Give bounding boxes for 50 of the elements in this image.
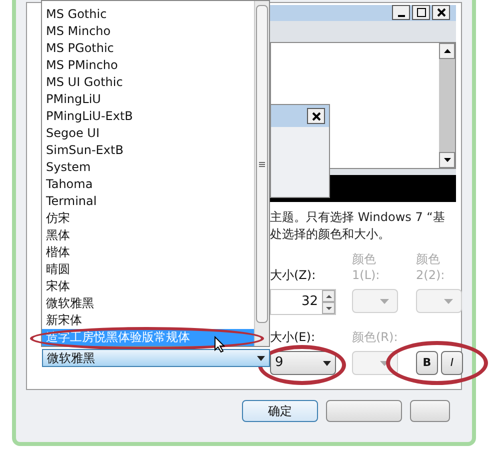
font-dropdown[interactable]: 微软雅黑 bbox=[42, 349, 270, 367]
item-size-label: 大小(E): bbox=[270, 329, 316, 345]
font-list-item[interactable]: Segoe UI bbox=[42, 125, 254, 142]
font-list-item[interactable]: System bbox=[42, 159, 254, 176]
color-label: 颜色 2(2): bbox=[416, 251, 446, 283]
font-list-item[interactable]: MS Gothic bbox=[42, 6, 254, 23]
spin-down-icon[interactable] bbox=[322, 302, 335, 314]
dialog-button[interactable] bbox=[410, 400, 450, 422]
font-list-item[interactable]: 晴圆 bbox=[42, 261, 254, 278]
description-text: 主题。只有选择 Windows 7 “基 bbox=[270, 209, 446, 226]
font-list-item[interactable]: 黑体 bbox=[42, 227, 254, 244]
maximize-icon[interactable] bbox=[412, 5, 430, 20]
description-text: 处选择的颜色和大小。 bbox=[270, 226, 391, 243]
font-list-item[interactable]: 新宋体 bbox=[42, 312, 254, 329]
minimize-icon[interactable] bbox=[392, 5, 410, 20]
font-list-item[interactable]: MS PMincho bbox=[42, 57, 254, 74]
scroll-thumb[interactable] bbox=[256, 5, 268, 323]
font-list-item[interactable]: PMingLiU-ExtB bbox=[42, 108, 254, 125]
caret-icon bbox=[323, 360, 331, 366]
font-list-item[interactable]: 楷体 bbox=[42, 244, 254, 261]
font-list-item[interactable]: MS UI Gothic bbox=[42, 74, 254, 91]
close-icon[interactable] bbox=[432, 5, 450, 20]
caret-icon bbox=[444, 298, 453, 304]
font-list-item[interactable]: MS PGothic bbox=[42, 40, 254, 57]
dialog-button[interactable] bbox=[326, 400, 402, 422]
scroll-down-icon[interactable] bbox=[439, 152, 455, 168]
font-list-item[interactable]: 微软雅黑 bbox=[42, 295, 254, 312]
caret-icon bbox=[380, 360, 389, 366]
size-spinner[interactable]: 32 bbox=[270, 289, 336, 315]
item-size-dropdown[interactable]: 9 bbox=[270, 351, 336, 375]
font-list-item[interactable]: PMingLiU bbox=[42, 91, 254, 108]
font-list-item[interactable]: 宋体 bbox=[42, 278, 254, 295]
italic-button[interactable]: I bbox=[441, 351, 463, 375]
caret-icon bbox=[380, 298, 389, 304]
size-label: 大小(Z): bbox=[270, 267, 317, 283]
spin-up-icon[interactable] bbox=[322, 290, 335, 302]
font-list-item[interactable]: 仿宋 bbox=[42, 210, 254, 227]
color-label: 颜色 1(L): bbox=[352, 251, 381, 283]
font-list-item[interactable]: SimSun-ExtB bbox=[42, 142, 254, 159]
font-list-item[interactable]: Terminal bbox=[42, 193, 254, 210]
scroll-up-icon[interactable] bbox=[439, 43, 455, 59]
caret-icon bbox=[257, 356, 265, 360]
item-color-label: 颜色(R): bbox=[352, 329, 399, 345]
cursor-icon bbox=[214, 336, 225, 353]
ok-button[interactable]: 确定 bbox=[242, 400, 318, 422]
bold-button[interactable]: B bbox=[416, 351, 438, 375]
close-icon[interactable] bbox=[307, 108, 325, 124]
font-list-item[interactable]: Tahoma bbox=[42, 176, 254, 193]
font-list-item[interactable]: MS Mincho bbox=[42, 23, 254, 40]
grip-icon bbox=[259, 162, 265, 166]
